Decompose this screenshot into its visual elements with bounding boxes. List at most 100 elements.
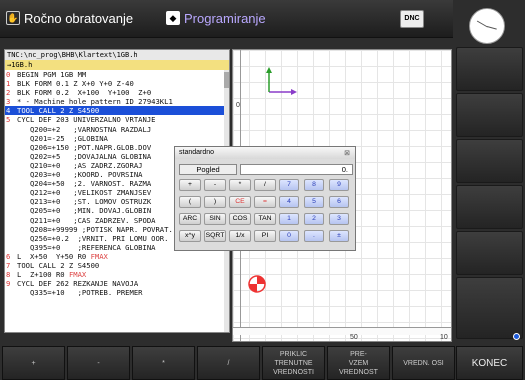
program-line[interactable]: 3 * - Machine hole pattern ID 27943KL1: [5, 97, 229, 106]
calc-key[interactable]: *: [229, 179, 251, 191]
line-number: 6: [6, 251, 11, 261]
calculator-dialog[interactable]: standardno ⊠ Pogled 0. + - */7 8 9 () CE = 4 5 6 AR…: [174, 146, 356, 251]
dnc-icon[interactable]: DNC: [400, 10, 424, 28]
calc-key[interactable]: x^y: [179, 230, 201, 242]
program-line[interactable]: 6 L X+50 Y+50 R0 FMAX: [5, 252, 229, 261]
calc-key[interactable]: +: [179, 179, 201, 191]
program-line[interactable]: 7 TOOL CALL 2 Z S4500: [5, 261, 229, 270]
line-text: BLK FORM 0.2 X+100 Y+100 Z+0: [17, 88, 152, 98]
vertical-softkey-6[interactable]: [456, 277, 523, 339]
line-text: BLK FORM 0.1 Z X+0 Y+0 Z-40: [17, 79, 134, 89]
program-line[interactable]: 9 CYCL DEF 262 REZKANJE NAVOJA: [5, 279, 229, 288]
line-number: [5, 216, 17, 225]
line-text: Q256=+0.2 ;VRNIT. PRI LOMU OOR.: [17, 233, 169, 243]
program-line[interactable]: Q201=-25 ;GLOBINA: [5, 134, 229, 143]
calc-key[interactable]: SIN: [204, 213, 226, 225]
softkey[interactable]: /: [197, 346, 260, 380]
line-number: 5: [6, 115, 11, 125]
calculator-titlebar[interactable]: standardno ⊠: [175, 147, 355, 159]
program-line[interactable]: Q200=+2 ;VARNOSTNA RAZDALJ: [5, 125, 229, 134]
calc-key[interactable]: 3: [329, 213, 349, 225]
program-line[interactable]: 8 L Z+100 R0 FMAX: [5, 270, 229, 279]
line-text: Q202=+5 ;DOVAJALNA GLOBINA: [17, 151, 152, 161]
calc-key[interactable]: ±: [329, 230, 349, 242]
softkey[interactable]: PRE- VZEM VREDNOST: [327, 346, 390, 380]
mode-manual-operation[interactable]: ✋ Ročno obratovanje: [6, 8, 133, 28]
line-text: L X+50 Y+50 R0: [17, 251, 91, 261]
vertical-softkey-2[interactable]: [456, 93, 523, 137]
view-button[interactable]: Pogled: [179, 164, 237, 175]
line-number: 0: [6, 70, 11, 79]
program-path: TNC:\nc_prog\BHB\Klartext\1GB.h: [5, 50, 229, 60]
header-bar: ✋ Ročno obratovanje ◆ Programiranje DNC: [0, 0, 453, 38]
calc-key[interactable]: 1: [279, 213, 299, 225]
line-number: 7: [6, 260, 11, 270]
line-text: Q210=+0 ;AS ZADRZ.ZGORAJ: [17, 160, 143, 170]
softkey[interactable]: +: [2, 346, 65, 380]
softkey[interactable]: *: [132, 346, 195, 380]
workpiece-origin-icon: [248, 275, 266, 293]
line-number: 2: [6, 88, 11, 98]
info-icon[interactable]: [513, 333, 520, 340]
calc-key[interactable]: 2: [304, 213, 324, 225]
calc-key[interactable]: 9: [329, 179, 349, 191]
calc-key[interactable]: 0: [279, 230, 299, 242]
line-number: [5, 125, 17, 134]
line-text: CYCL DEF 203 UNIVERZALNO VRTANJE: [17, 115, 156, 125]
screen: ✋ Ročno obratovanje ◆ Programiranje DNC …: [0, 0, 525, 380]
clock-icon: [469, 8, 505, 44]
line-text: Q204=+50 ;2. VARNOST. RAZMA: [17, 179, 152, 189]
calc-key[interactable]: TAN: [254, 213, 276, 225]
calc-key[interactable]: .: [304, 230, 324, 242]
calc-key[interactable]: ARC: [179, 213, 201, 225]
mode-programming[interactable]: ◆ Programiranje: [166, 8, 266, 28]
softkey[interactable]: KONEC: [456, 346, 523, 380]
mode-manual-label: Ročno obratovanje: [24, 10, 134, 26]
ruler-h-label-50: 50: [350, 334, 358, 341]
calc-key[interactable]: 6: [329, 196, 349, 208]
line-feed-keyword: FMAX: [68, 270, 87, 280]
line-text: * - Machine hole pattern ID 27943KL1: [17, 97, 173, 107]
mode-programming-label: Programiranje: [184, 10, 266, 26]
calc-key[interactable]: =: [254, 196, 276, 208]
softkey[interactable]: PRIKLIC TRENUTNE VREDNOSTI: [262, 346, 325, 380]
calc-key[interactable]: (: [179, 196, 201, 208]
program-line[interactable]: 1 BLK FORM 0.1 Z X+0 Y+0 Z-40: [5, 79, 229, 88]
line-number: 3: [6, 97, 11, 107]
line-number: 4: [6, 106, 11, 116]
calc-key[interactable]: 1/x: [229, 230, 251, 242]
calc-key[interactable]: 8: [304, 179, 324, 191]
line-text: Q201=-25 ;GLOBINA: [17, 133, 108, 143]
softkey[interactable]: VREDN. OSI: [392, 346, 455, 380]
line-text: TOOL CALL 2 Z S4500: [17, 260, 100, 270]
program-line[interactable]: 2 BLK FORM 0.2 X+100 Y+100 Z+0: [5, 88, 229, 97]
line-number: [5, 288, 17, 297]
line-text: L Z+100 R0: [17, 270, 69, 280]
calc-key[interactable]: COS: [229, 213, 251, 225]
calc-key[interactable]: 7: [279, 179, 299, 191]
program-line[interactable]: 0 BEGIN PGM 1GB MM: [5, 70, 229, 79]
softkey[interactable]: -: [67, 346, 130, 380]
close-icon[interactable]: ⊠: [344, 148, 350, 160]
calc-key[interactable]: /: [254, 179, 276, 191]
calc-key[interactable]: PI: [254, 230, 276, 242]
vertical-softkey-1[interactable]: [456, 47, 523, 91]
program-line[interactable]: Q335=+10 ;POTREB. PREMER: [5, 288, 229, 297]
line-text: Q213=+0 ;ST. LOMOV OSTRUZK: [17, 197, 152, 207]
calc-key[interactable]: ): [204, 196, 226, 208]
calc-key[interactable]: SQRT: [204, 230, 226, 242]
line-text: Q395=+0 ;REFERENCA GLOBINA: [17, 242, 156, 252]
calc-key[interactable]: CE: [229, 196, 251, 208]
vertical-softkey-3[interactable]: [456, 139, 523, 183]
vertical-softkey-4[interactable]: [456, 185, 523, 229]
calc-key[interactable]: 4: [279, 196, 299, 208]
calc-key[interactable]: -: [204, 179, 226, 191]
program-line[interactable]: 5 CYCL DEF 203 UNIVERZALNO VRTANJE: [5, 115, 229, 124]
calc-key[interactable]: 5: [304, 196, 324, 208]
line-number: [5, 161, 17, 170]
line-number: [5, 134, 17, 143]
vertical-softkey-5[interactable]: [456, 231, 523, 275]
program-line[interactable]: 4 TOOL CALL 2 Z S4500: [5, 106, 229, 116]
scrollbar-thumb[interactable]: [224, 72, 229, 88]
line-number: [5, 225, 17, 234]
